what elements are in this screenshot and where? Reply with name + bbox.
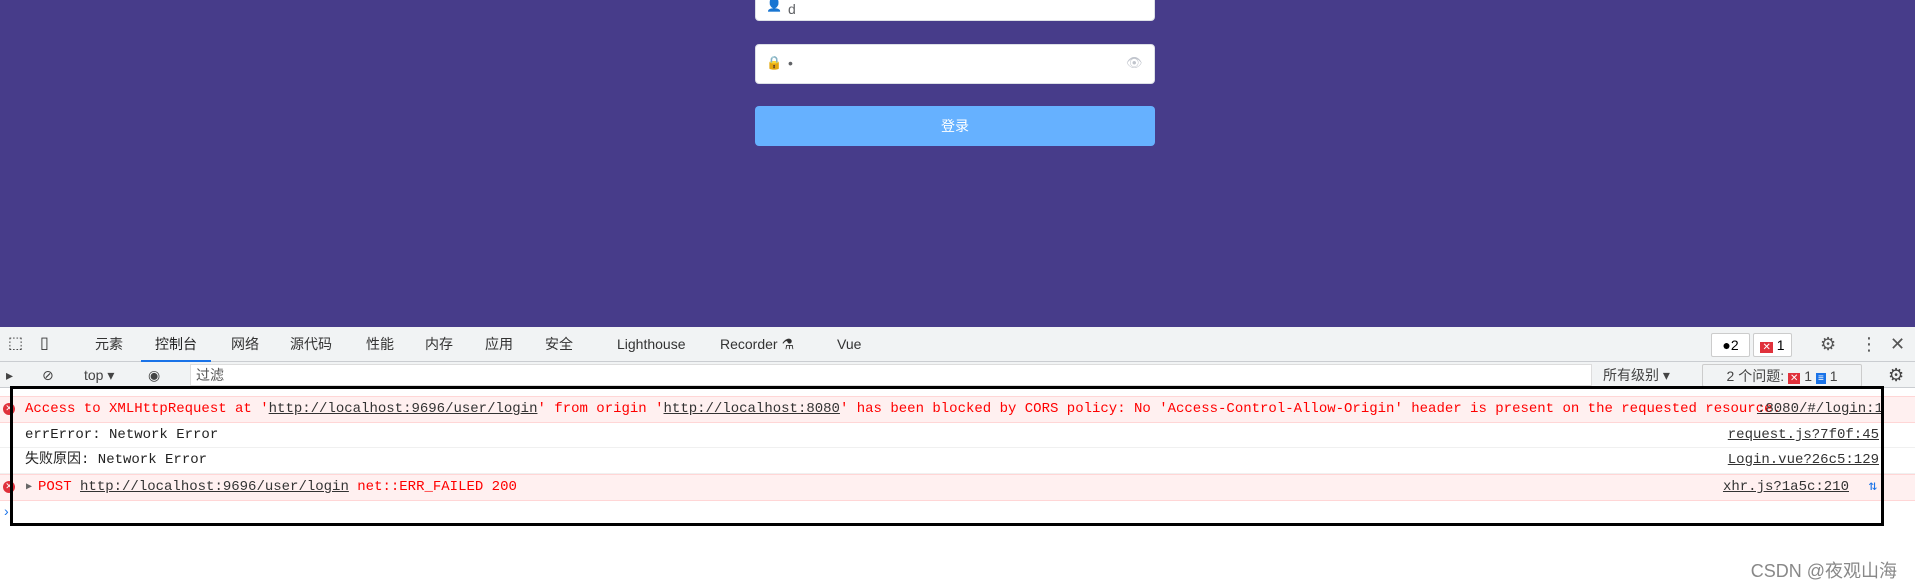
sidebar-toggle-icon[interactable]: ▸ [6,362,13,388]
tab-sources[interactable]: 源代码 [290,327,332,362]
errors-count: 1 [1776,337,1785,353]
devtools-tab-bar: ⬚ ▯ 元素 控制台 网络 源代码 性能 内存 应用 安全 Lighthouse… [0,327,1915,362]
context-select[interactable]: top ▾ [84,362,114,388]
console-settings-gear-icon[interactable]: ⚙ [1888,362,1904,388]
close-devtools-icon[interactable]: ✕ [1890,327,1905,362]
clear-console-icon[interactable]: ⊘ [42,362,54,388]
username-input[interactable]: 👤 d [755,0,1155,21]
tab-performance[interactable]: 性能 [366,327,394,362]
tab-recorder-label: Recorder [720,336,778,352]
issues-label: 2 个问题: [1726,368,1785,384]
tab-security[interactable]: 安全 [545,327,573,362]
eye-icon[interactable]: 👁 [1126,55,1143,71]
password-input[interactable]: 🔒 • 👁 [755,44,1155,84]
error-icon: ✕ [1787,373,1801,384]
issues-info-count: 1 [1829,368,1838,384]
tab-network[interactable]: 网络 [231,327,259,362]
highlight-rectangle [10,386,1884,526]
more-options-icon[interactable]: ⋮ [1860,327,1878,362]
login-page: 👤 d 🔒 • 👁 登录 [0,0,1915,327]
user-icon: 👤 [766,0,783,12]
flask-icon: ⚗ [781,336,795,352]
dot-icon: ● [1722,337,1731,353]
inspect-element-icon[interactable]: ⬚ [8,327,23,362]
log-levels-dropdown[interactable]: 所有级别 ▾ [1603,362,1670,388]
lock-icon: 🔒 [766,55,783,70]
login-button[interactable]: 登录 [755,106,1155,146]
settings-gear-icon[interactable]: ⚙ [1820,327,1836,362]
tab-lighthouse[interactable]: Lighthouse [617,327,686,362]
watermark: CSDN @夜观山海 [1750,561,1897,581]
console-prompt-icon[interactable]: › [4,503,9,519]
tab-vue[interactable]: Vue [837,327,861,362]
device-toolbar-icon[interactable]: ▯ [40,327,49,362]
context-value: top [84,367,104,383]
issues-errors-count: 1 [1804,368,1813,384]
tab-console[interactable]: 控制台 [141,327,211,362]
live-expression-eye-icon[interactable]: ◉ [148,362,160,388]
console-toolbar: ▸ ⊘ top ▾ ◉ 过滤 所有级别 ▾ 2 个问题: ✕ 1 ≡ 1 ⚙ [0,362,1915,388]
errors-badge[interactable]: ✕ 1 [1753,333,1792,357]
tab-elements[interactable]: 元素 [95,327,123,362]
messages-count: 2 [1730,337,1739,353]
info-icon: ≡ [1815,373,1826,384]
log-levels-label: 所有级别 [1603,367,1659,383]
tab-application[interactable]: 应用 [485,327,513,362]
tab-memory[interactable]: 内存 [425,327,453,362]
messages-badge[interactable]: ●2 [1711,333,1750,357]
tab-recorder[interactable]: Recorder ⚗ [720,327,794,362]
filter-input[interactable]: 过滤 [190,364,1592,386]
issues-button[interactable]: 2 个问题: ✕ 1 ≡ 1 [1702,364,1862,387]
error-icon: ✕ [1760,342,1773,353]
